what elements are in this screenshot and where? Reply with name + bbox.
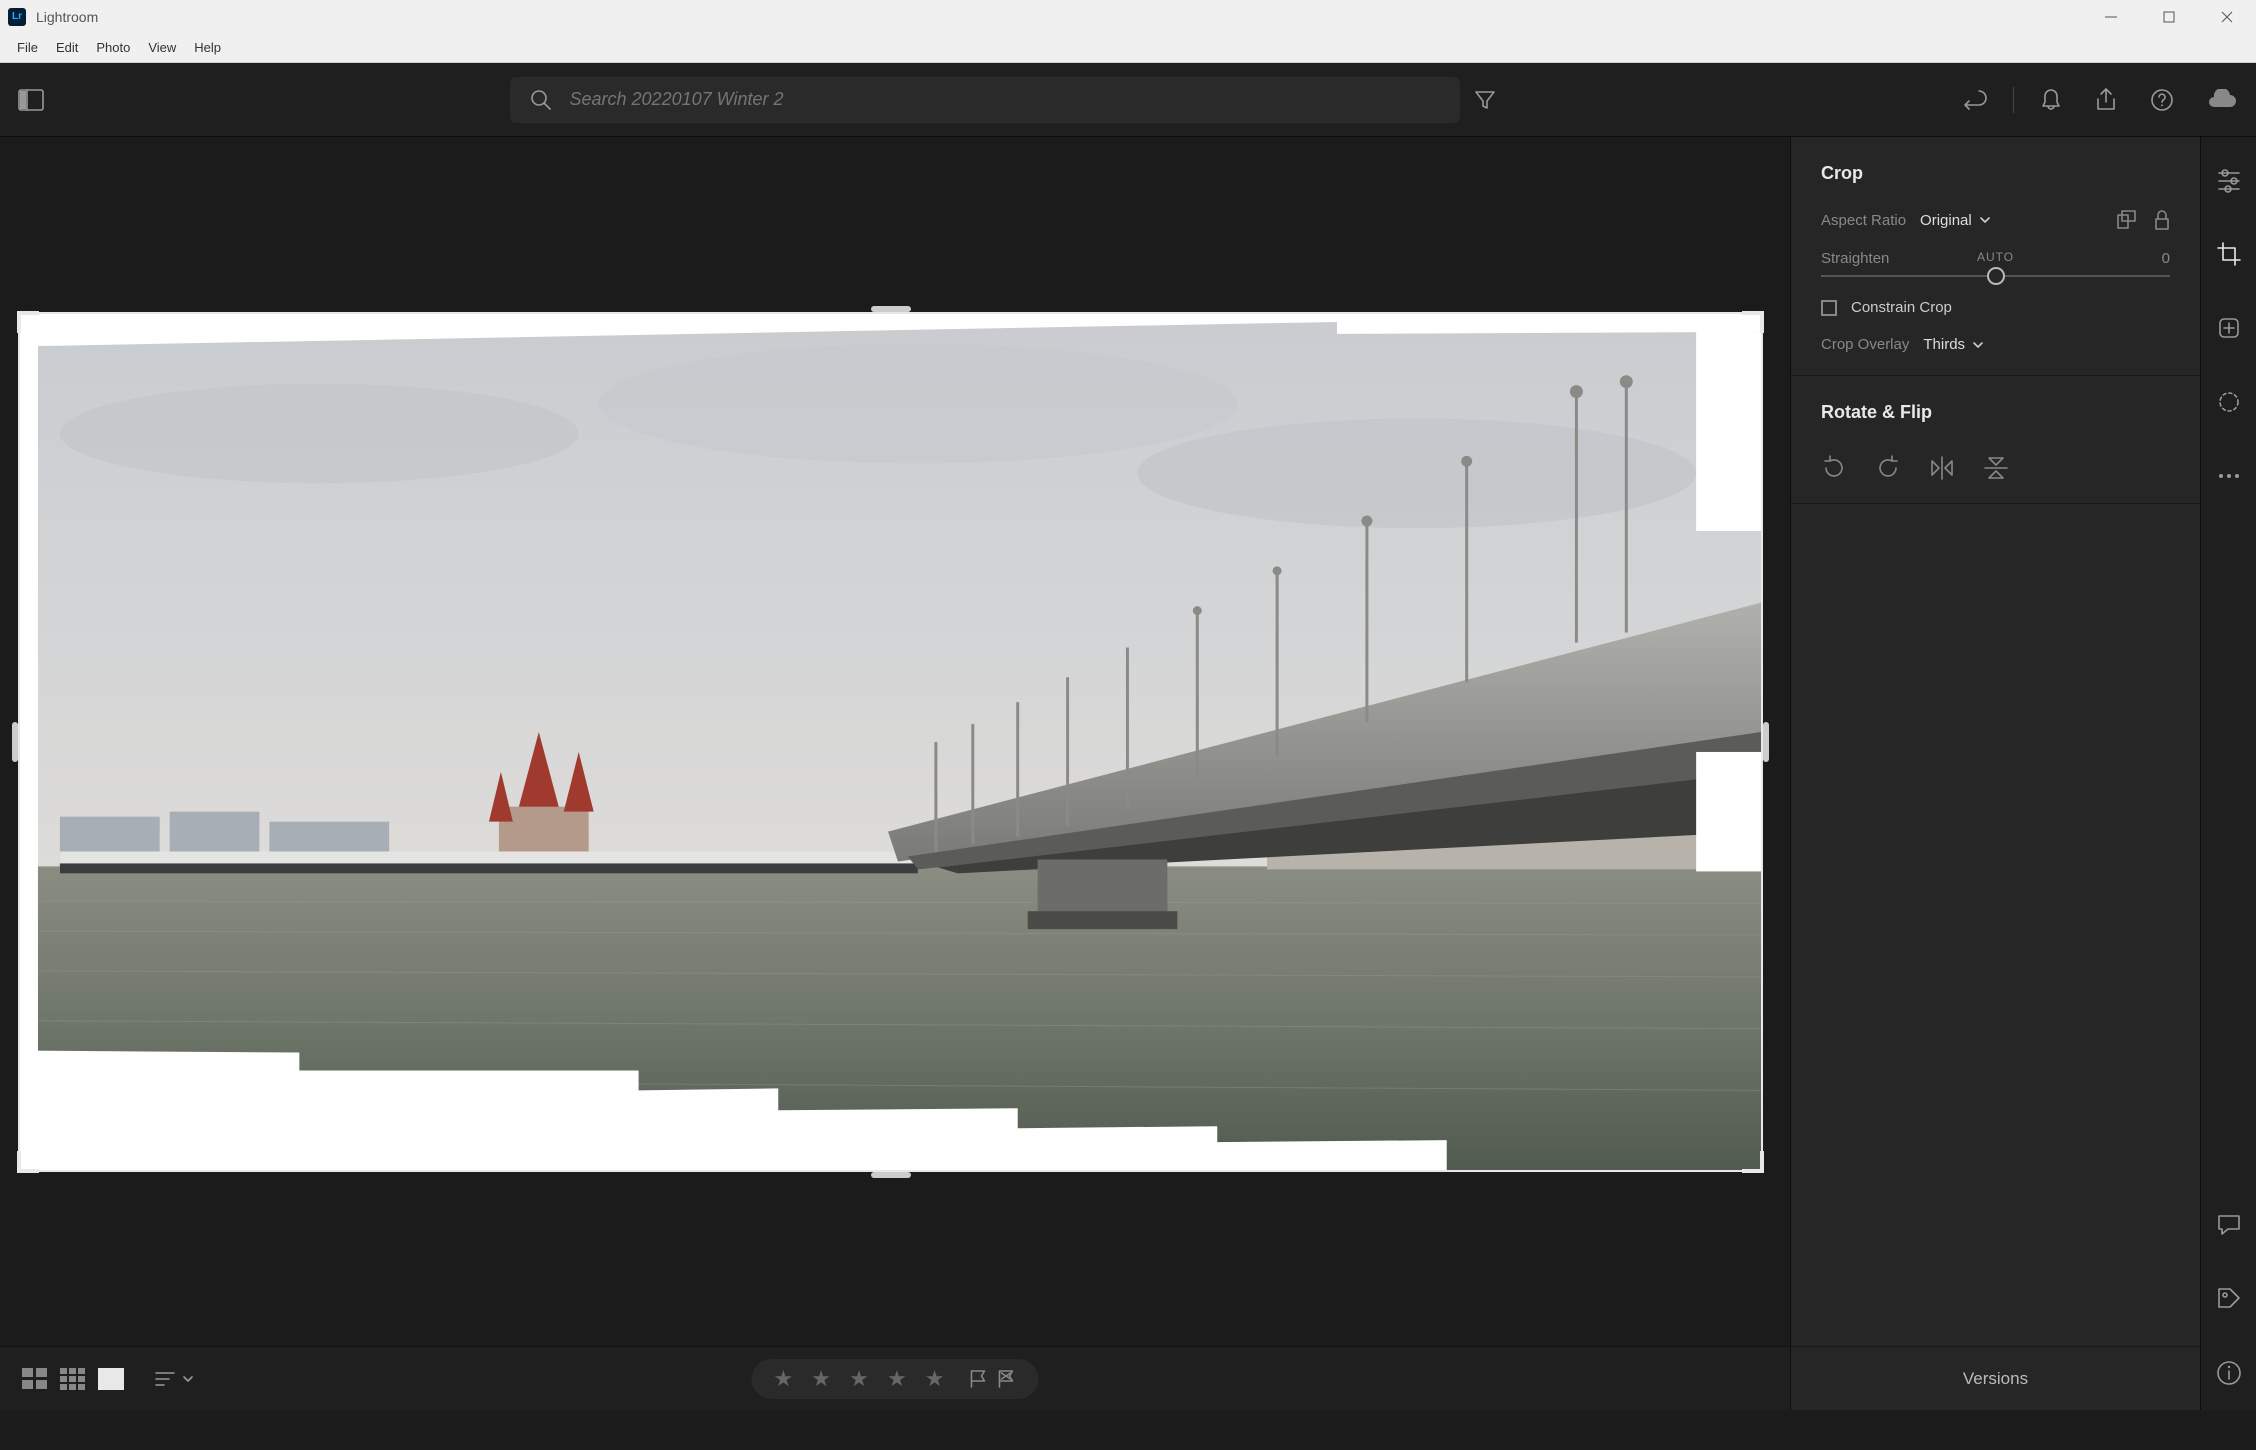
rotate-ccw-icon[interactable] (1821, 455, 1847, 481)
crop-handle-top[interactable] (871, 306, 911, 312)
tool-strip (2200, 137, 2256, 1410)
crop-corner-br[interactable] (1742, 1151, 1764, 1173)
comments-icon[interactable] (2212, 1208, 2246, 1242)
crop-handle-bottom[interactable] (871, 1172, 911, 1178)
menu-bar: File Edit Photo View Help (0, 33, 2256, 63)
masking-tool-icon[interactable] (2212, 385, 2246, 419)
bottom-toolbar: ★ ★ ★ ★ ★ (0, 1346, 1790, 1410)
separator (2013, 87, 2014, 113)
flip-vertical-icon[interactable] (1983, 455, 2009, 481)
aspect-ratio-value: Original (1920, 212, 1972, 229)
crop-frame[interactable] (18, 312, 1763, 1172)
window-minimize-button[interactable] (2082, 0, 2140, 33)
crop-overlay-dropdown[interactable]: Thirds (1923, 336, 1985, 353)
crop-panel: Crop Aspect Ratio Original Straighten AU… (1790, 137, 2200, 1410)
top-toolbar (0, 63, 2256, 137)
keywords-icon[interactable] (2212, 1282, 2246, 1316)
versions-label: Versions (1963, 1369, 2028, 1389)
rotate-cw-icon[interactable] (1875, 455, 1901, 481)
window-close-button[interactable] (2198, 0, 2256, 33)
detail-view-icon[interactable] (98, 1368, 124, 1390)
crop-handle-right[interactable] (1763, 722, 1769, 762)
menu-edit[interactable]: Edit (47, 35, 87, 60)
panels-toggle-icon[interactable] (18, 89, 44, 111)
flag-reject-icon[interactable] (997, 1369, 1017, 1389)
star-rating[interactable]: ★ ★ ★ ★ ★ (773, 1366, 950, 1392)
square-grid-icon[interactable] (60, 1368, 86, 1390)
straighten-auto-button[interactable]: AUTO (1977, 250, 2014, 264)
crop-overlay-value: Thirds (1923, 336, 1965, 353)
crop-corner-tl[interactable] (17, 311, 39, 333)
aspect-ratio-label: Aspect Ratio (1821, 212, 1906, 229)
window-maximize-button[interactable] (2140, 0, 2198, 33)
chevron-down-icon (182, 1373, 194, 1385)
chevron-down-icon (1971, 338, 1985, 352)
help-icon[interactable] (2150, 88, 2174, 112)
crop-title: Crop (1821, 163, 2170, 184)
chevron-down-icon (1978, 213, 1992, 227)
grid-view-icon[interactable] (22, 1368, 48, 1390)
search-input[interactable] (570, 89, 1440, 110)
constrain-crop-checkbox[interactable] (1821, 300, 1837, 316)
crop-overlay-label: Crop Overlay (1821, 336, 1909, 353)
menu-help[interactable]: Help (185, 35, 230, 60)
more-icon[interactable] (2212, 459, 2246, 493)
window-titlebar: Lr Lightroom (0, 0, 2256, 33)
cloud-icon[interactable] (2206, 89, 2238, 111)
crop-tool-icon[interactable] (2212, 237, 2246, 271)
straighten-slider[interactable] (1821, 275, 2170, 277)
photo-preview (20, 314, 1761, 1170)
straighten-value: 0 (2162, 250, 2170, 267)
lock-icon[interactable] (2154, 210, 2170, 230)
edit-sliders-icon[interactable] (2212, 163, 2246, 197)
search-box[interactable] (510, 77, 1460, 123)
crop-corner-bl[interactable] (17, 1151, 39, 1173)
sort-dropdown[interactable] (154, 1370, 194, 1388)
rotate-aspect-icon[interactable] (2116, 210, 2136, 230)
flip-horizontal-icon[interactable] (1929, 455, 1955, 481)
menu-photo[interactable]: Photo (87, 35, 139, 60)
versions-button[interactable]: Versions (1791, 1346, 2200, 1410)
constrain-crop-label: Constrain Crop (1851, 299, 1952, 316)
menu-file[interactable]: File (8, 35, 47, 60)
app-logo: Lr (8, 8, 26, 26)
healing-tool-icon[interactable] (2212, 311, 2246, 345)
bell-icon[interactable] (2040, 87, 2062, 113)
window-title: Lightroom (36, 9, 98, 25)
rating-bar: ★ ★ ★ ★ ★ (751, 1359, 1038, 1399)
crop-handle-left[interactable] (12, 722, 18, 762)
undo-icon[interactable] (1961, 87, 1987, 113)
image-canvas[interactable] (0, 137, 1790, 1346)
flag-pick-icon[interactable] (969, 1369, 989, 1389)
menu-view[interactable]: View (139, 35, 185, 60)
filter-icon[interactable] (1474, 89, 1496, 111)
info-icon[interactable] (2212, 1356, 2246, 1390)
rotate-flip-title: Rotate & Flip (1821, 402, 2170, 423)
share-icon[interactable] (2094, 87, 2118, 113)
crop-corner-tr[interactable] (1742, 311, 1764, 333)
straighten-label: Straighten (1821, 250, 1889, 267)
aspect-ratio-dropdown[interactable]: Original (1920, 212, 1992, 229)
slider-thumb[interactable] (1987, 267, 2005, 285)
search-icon (530, 89, 552, 111)
